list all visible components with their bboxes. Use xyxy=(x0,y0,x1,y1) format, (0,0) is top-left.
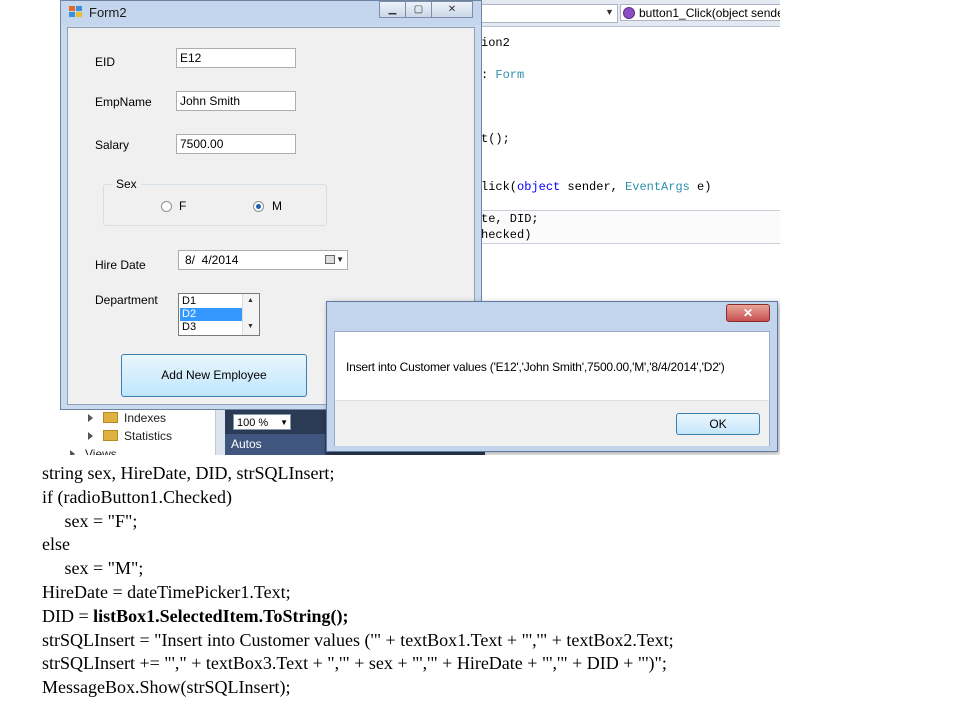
code-type-token: Form xyxy=(495,68,525,82)
scroll-up-icon[interactable]: ▲ xyxy=(247,297,254,304)
code-type-token: EventArgs xyxy=(625,180,690,194)
chevron-down-icon: ▼ xyxy=(336,255,344,264)
listbox-scrollbar[interactable]: ▲ ▼ xyxy=(242,294,259,335)
empname-textbox[interactable]: John Smith xyxy=(176,91,296,111)
code-listing-bold-text: listBox1.SelectedItem.ToString(); xyxy=(93,605,349,626)
app-icon xyxy=(69,6,83,18)
code-text: : xyxy=(481,68,496,82)
hiredate-picker[interactable]: 8/ 4/2014 ▼ xyxy=(178,250,348,270)
radio-female-label[interactable]: F xyxy=(179,199,186,213)
code-listing: string sex, HireDate, DID, strSQLInsert;… xyxy=(42,462,942,700)
minimize-button[interactable]: ▁ xyxy=(379,1,406,18)
tab-autos[interactable]: Autos xyxy=(225,434,325,455)
message-box: ✕ Insert into Customer values ('E12','Jo… xyxy=(326,301,778,452)
code-listing-line: sex = "F"; xyxy=(42,510,138,531)
department-label: Department xyxy=(95,293,158,307)
close-button[interactable]: ✕ xyxy=(431,1,473,18)
code-listing-line: sex = "M"; xyxy=(42,558,144,579)
scroll-down-icon[interactable]: ▼ xyxy=(247,323,254,330)
code-listing-line: MessageBox.Show(strSQLInsert); xyxy=(42,677,291,698)
window-title: Form2 xyxy=(89,5,127,20)
code-line: te, DID; xyxy=(481,212,539,226)
code-listing-line: string sex, HireDate, DID, strSQLInsert; xyxy=(42,463,335,483)
chevron-down-icon: ▼ xyxy=(280,418,288,427)
department-listbox[interactable]: D1 D2 D3 ▲ ▼ xyxy=(178,293,260,336)
code-listing-line: strSQLInsert += "'," + textBox3.Text + "… xyxy=(42,653,667,674)
editor-navigation-bar: ▼ button1_Click(object sende xyxy=(481,0,780,27)
chevron-down-icon: ▼ xyxy=(605,7,614,17)
code-line: lick(object sender, EventArgs e) xyxy=(481,180,712,194)
sex-groupbox: Sex F M xyxy=(103,177,327,226)
eid-textbox[interactable]: E12 xyxy=(176,48,296,68)
message-text: Insert into Customer values ('E12','John… xyxy=(346,360,725,374)
radio-male-label[interactable]: M xyxy=(272,199,282,213)
screenshot: ▼ button1_Click(object sende ion2 : Form… xyxy=(60,0,780,455)
window-titlebar[interactable]: Form2 ▁ ▢ ✕ xyxy=(61,1,481,25)
code-listing-line: else xyxy=(42,534,70,555)
code-listing-line: if (radioButton1.Checked) xyxy=(42,486,232,507)
code-line: : Form xyxy=(481,68,524,82)
code-listing-line: DID = listBox1.SelectedItem.ToString(); xyxy=(42,605,942,629)
radio-male[interactable] xyxy=(253,201,264,212)
expand-arrow-icon[interactable] xyxy=(88,414,93,422)
empname-label: EmpName xyxy=(95,95,152,109)
calendar-icon xyxy=(325,255,335,264)
code-listing-line: strSQLInsert = "Insert into Customer val… xyxy=(42,629,674,650)
tree-item-views[interactable]: Views xyxy=(70,447,117,455)
eid-label: EID xyxy=(95,55,116,69)
folder-icon xyxy=(103,430,118,441)
sex-group-label: Sex xyxy=(112,177,141,191)
hiredate-label: Hire Date xyxy=(95,258,146,272)
window-controls: ▁ ▢ ✕ xyxy=(379,1,473,19)
radio-female[interactable] xyxy=(161,201,172,212)
code-listing-line: HireDate = dateTimePicker1.Text; xyxy=(42,581,291,602)
ok-button[interactable]: OK xyxy=(676,413,760,435)
list-item[interactable]: D3 xyxy=(180,321,243,334)
add-new-employee-button[interactable]: Add New Employee xyxy=(121,354,307,397)
code-line: t(); xyxy=(481,132,510,146)
code-line: hecked) xyxy=(481,228,532,242)
salary-textbox[interactable]: 7500.00 xyxy=(176,134,296,154)
message-box-footer: OK xyxy=(335,400,769,446)
tree-item-indexes[interactable]: Indexes xyxy=(88,411,166,425)
list-item-selected[interactable]: D2 xyxy=(180,308,243,321)
expand-arrow-icon[interactable] xyxy=(88,432,93,440)
method-dropdown[interactable]: button1_Click(object sende xyxy=(620,4,780,21)
salary-label: Salary xyxy=(95,138,130,152)
message-box-body: Insert into Customer values ('E12','John… xyxy=(334,331,770,446)
zoom-dropdown[interactable]: 100 % ▼ xyxy=(233,414,291,430)
maximize-button[interactable]: ▢ xyxy=(405,1,432,18)
code-line: ion2 xyxy=(481,36,510,50)
folder-icon xyxy=(103,412,118,423)
list-item[interactable]: D1 xyxy=(180,295,243,308)
method-icon xyxy=(623,7,635,19)
method-dropdown-label: button1_Click(object sende xyxy=(639,6,780,20)
class-dropdown[interactable]: ▼ xyxy=(481,4,618,23)
tree-item-statistics[interactable]: Statistics xyxy=(88,429,172,443)
expand-arrow-icon[interactable] xyxy=(70,450,75,455)
code-keyword-token: object xyxy=(517,180,561,194)
close-button[interactable]: ✕ xyxy=(726,304,770,322)
code-listing-text: DID = xyxy=(42,605,94,626)
solution-explorer: Indexes Statistics Views xyxy=(60,405,216,455)
